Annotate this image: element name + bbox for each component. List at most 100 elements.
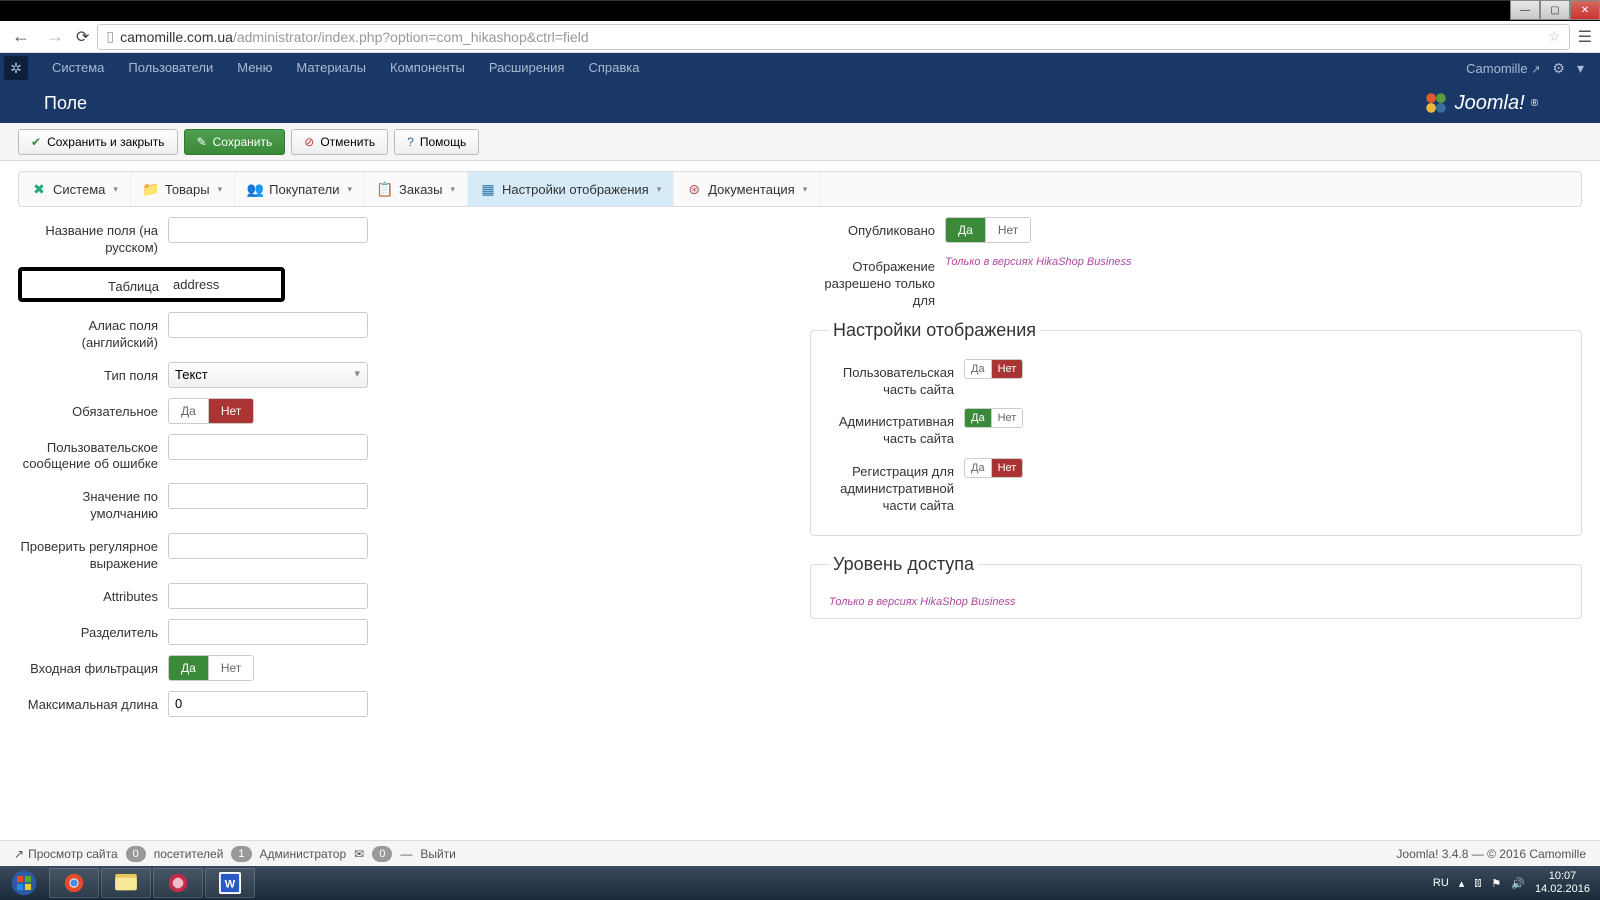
back-button[interactable]: ←	[8, 26, 34, 47]
maxlen-label: Максимальная длина	[18, 691, 168, 714]
required-label: Обязательное	[18, 398, 168, 421]
window-maximize[interactable]: ▢	[1540, 0, 1570, 20]
backend-no[interactable]: Нет	[992, 409, 1023, 427]
users-icon: 👥	[247, 181, 263, 197]
reg-backend-yes[interactable]: Да	[965, 459, 992, 477]
taskbar-chrome[interactable]	[49, 868, 99, 898]
browser-toolbar: ← → ⟳ ▯ camomille.com.ua/administrator/i…	[0, 21, 1600, 53]
filter-yes[interactable]: Да	[169, 656, 209, 680]
filter-no[interactable]: Нет	[209, 656, 253, 680]
forward-button[interactable]: →	[42, 26, 68, 47]
required-no[interactable]: Нет	[209, 399, 253, 423]
site-name-link[interactable]: Camomille ↗	[1466, 61, 1540, 76]
frontend-label: Пользовательская часть сайта	[829, 359, 964, 399]
type-select[interactable]: Текст	[168, 362, 368, 388]
taskbar-explorer[interactable]	[101, 868, 151, 898]
save-button[interactable]: ✎Сохранить	[184, 129, 286, 155]
attributes-input[interactable]	[168, 583, 368, 609]
backend-toggle[interactable]: Да Нет	[964, 408, 1023, 428]
taskbar-word[interactable]: W	[205, 868, 255, 898]
filter-label: Входная фильтрация	[18, 655, 168, 678]
logout-link[interactable]: Выйти	[420, 847, 456, 861]
nav-extensions[interactable]: Расширения	[477, 53, 577, 83]
error-msg-input[interactable]	[168, 434, 368, 460]
bookmark-star-icon[interactable]: ☆	[1548, 28, 1561, 45]
footer-text: Joomla! 3.4.8 — © 2016 Camomille	[1396, 847, 1586, 861]
tab-orders[interactable]: 📋Заказы▾	[365, 172, 468, 206]
maxlen-input[interactable]	[168, 691, 368, 717]
check-icon: ✔	[31, 135, 41, 149]
visitors-count: 0	[126, 846, 146, 862]
browser-tab-strip	[0, 0, 1600, 21]
system-tray: RU ▴ ⫾⫾ ⚑ 🔊 10:07 14.02.2016	[1423, 870, 1600, 896]
tray-lang[interactable]: RU	[1433, 877, 1449, 889]
address-bar[interactable]: ▯ camomille.com.ua/administrator/index.p…	[97, 24, 1569, 50]
alias-label: Алиас поля (английский)	[18, 312, 168, 352]
default-input[interactable]	[168, 483, 368, 509]
published-toggle[interactable]: Да Нет	[945, 217, 1031, 243]
tab-display[interactable]: ▦Настройки отображения▾	[468, 172, 674, 206]
reg-backend-toggle[interactable]: Да Нет	[964, 458, 1023, 478]
tab-products[interactable]: 📁Товары▾	[131, 172, 235, 206]
reload-button[interactable]: ⟳	[76, 27, 89, 47]
nav-system[interactable]: Система	[40, 53, 116, 83]
tray-volume-icon[interactable]: 🔊	[1511, 877, 1525, 890]
tray-clock[interactable]: 10:07 14.02.2016	[1535, 870, 1590, 896]
highlight-table-row: Таблица address	[18, 267, 285, 302]
cancel-button[interactable]: ⊘Отменить	[291, 129, 388, 155]
tray-network-icon[interactable]: ⫾⫾	[1474, 877, 1481, 890]
save-close-button[interactable]: ✔Сохранить и закрыть	[18, 129, 178, 155]
joomla-logo-icon[interactable]: ✲	[4, 56, 28, 80]
wrench-icon: ✖	[31, 181, 47, 197]
display-settings-fieldset: Настройки отображения Пользовательская ч…	[810, 320, 1582, 536]
taskbar-app-red[interactable]	[153, 868, 203, 898]
filter-toggle[interactable]: Да Нет	[168, 655, 254, 681]
left-column: Название поля (на русском) Таблица addre…	[18, 217, 790, 727]
tab-system[interactable]: ✖Система▾	[19, 172, 131, 206]
nav-components[interactable]: Компоненты	[378, 53, 477, 83]
caret-down-icon[interactable]: ▾	[1577, 60, 1584, 77]
settings-gear-icon[interactable]: ⚙	[1552, 60, 1565, 77]
type-label: Тип поля	[18, 362, 168, 385]
nav-menu[interactable]: Меню	[225, 53, 284, 83]
mail-icon[interactable]: ✉	[354, 847, 364, 861]
published-yes[interactable]: Да	[946, 218, 986, 242]
published-no[interactable]: Нет	[986, 218, 1030, 242]
frontend-yes[interactable]: Да	[965, 360, 992, 378]
external-link-icon: ↗	[1531, 64, 1540, 76]
reg-backend-no[interactable]: Нет	[992, 459, 1023, 477]
separator-input[interactable]	[168, 619, 368, 645]
error-msg-label: Пользовательское сообщение об ошибке	[18, 434, 168, 474]
joomla-top-nav: ✲ Система Пользователи Меню Материалы Ко…	[0, 53, 1600, 83]
tab-docs[interactable]: ⊛Документация▾	[674, 172, 820, 206]
hikashop-tabs: ✖Система▾ 📁Товары▾ 👥Покупатели▾ 📋Заказы▾…	[18, 171, 1582, 207]
window-close[interactable]: ✕	[1570, 0, 1600, 20]
joomla-brand: Joomla!®	[1423, 90, 1556, 116]
frontend-no[interactable]: Нет	[992, 360, 1023, 378]
help-button[interactable]: ?Помощь	[394, 129, 479, 155]
joomla-brand-icon	[1423, 90, 1449, 116]
nav-help[interactable]: Справка	[576, 53, 651, 83]
chrome-menu-icon[interactable]: ☰	[1578, 27, 1592, 47]
required-toggle[interactable]: Да Нет	[168, 398, 254, 424]
nav-users[interactable]: Пользователи	[116, 53, 225, 83]
docs-icon: ⊛	[686, 181, 702, 197]
frontend-toggle[interactable]: Да Нет	[964, 359, 1023, 379]
required-yes[interactable]: Да	[169, 399, 209, 423]
regex-input[interactable]	[168, 533, 368, 559]
tray-flag-icon[interactable]: ⚑	[1491, 877, 1501, 890]
nav-content[interactable]: Материалы	[284, 53, 378, 83]
dash-icon: —	[400, 847, 412, 861]
msg-count: 0	[372, 846, 392, 862]
tray-up-icon[interactable]: ▴	[1459, 877, 1465, 890]
backend-yes[interactable]: Да	[965, 409, 992, 427]
start-button[interactable]	[0, 866, 48, 900]
help-icon: ?	[407, 135, 414, 149]
field-name-input[interactable]	[168, 217, 368, 243]
url-domain: camomille.com.ua	[120, 29, 233, 45]
tab-customers[interactable]: 👥Покупатели▾	[235, 172, 365, 206]
external-icon: ↗	[14, 847, 24, 861]
window-minimize[interactable]: —	[1510, 0, 1540, 20]
alias-input[interactable]	[168, 312, 368, 338]
view-site-link[interactable]: ↗Просмотр сайта	[14, 847, 118, 861]
